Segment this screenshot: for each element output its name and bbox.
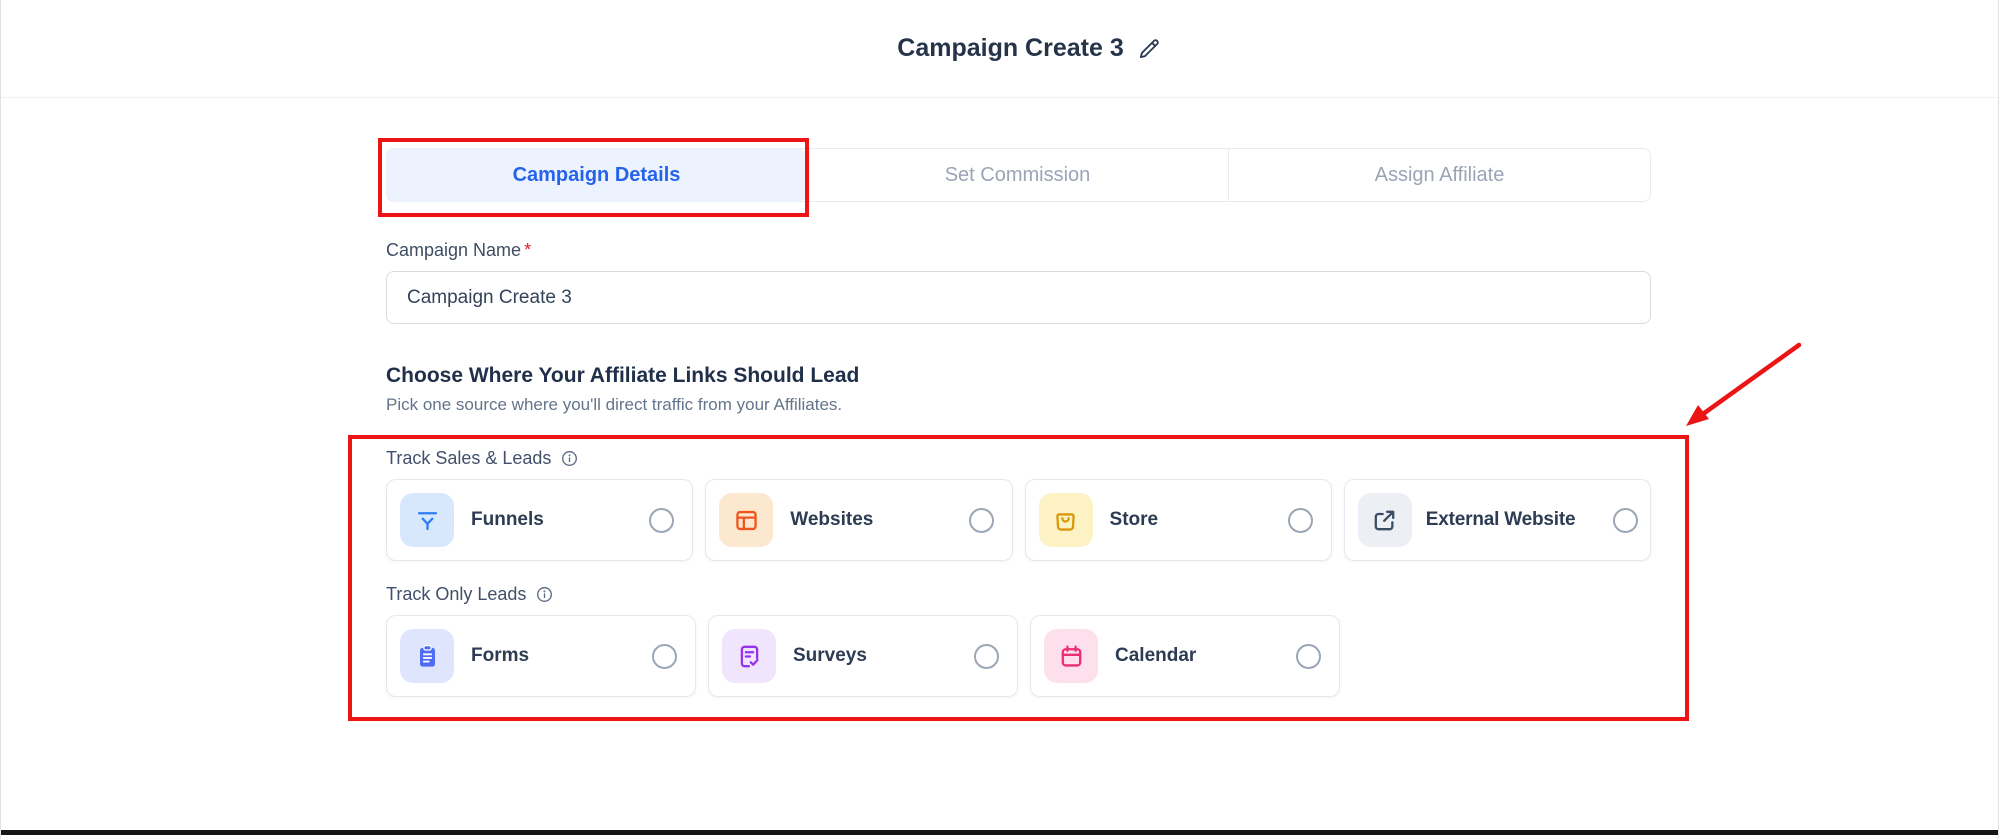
page-title-text: Campaign Create 3 bbox=[897, 34, 1123, 63]
group-label-track-sales-leads: Track Sales & Leads bbox=[386, 447, 1651, 469]
campaign-name-input[interactable] bbox=[386, 271, 1651, 324]
annotation-arrow bbox=[1661, 336, 1831, 441]
option-label: Funnels bbox=[471, 509, 544, 531]
required-asterisk: * bbox=[524, 240, 531, 260]
survey-doc-icon bbox=[722, 629, 776, 683]
tab-bar: Campaign Details Set Commission Assign A… bbox=[386, 148, 1651, 202]
option-label: Store bbox=[1110, 509, 1159, 531]
tracking-section: Track Sales & Leads Funnels bbox=[386, 447, 1651, 723]
option-label: Calendar bbox=[1115, 645, 1196, 667]
track-leads-options: Forms Surveys bbox=[386, 615, 1651, 697]
window-bottom-edge bbox=[1, 830, 1998, 835]
info-icon[interactable] bbox=[535, 585, 554, 604]
section-heading: Choose Where Your Affiliate Links Should… bbox=[386, 364, 1651, 388]
section-subheading: Pick one source where you'll direct traf… bbox=[386, 395, 1651, 415]
option-card-store[interactable]: Store bbox=[1025, 479, 1332, 561]
radio-external-website[interactable] bbox=[1613, 508, 1638, 533]
clipboard-icon bbox=[400, 629, 454, 683]
option-card-forms[interactable]: Forms bbox=[386, 615, 696, 697]
radio-store[interactable] bbox=[1288, 508, 1313, 533]
option-label: Forms bbox=[471, 645, 529, 667]
option-label: Websites bbox=[790, 509, 873, 531]
funnel-icon bbox=[400, 493, 454, 547]
tab-campaign-details[interactable]: Campaign Details bbox=[386, 148, 807, 202]
option-card-funnels[interactable]: Funnels bbox=[386, 479, 693, 561]
tab-assign-affiliate[interactable]: Assign Affiliate bbox=[1228, 149, 1650, 201]
track-sales-options: Funnels Websites bbox=[386, 479, 1651, 561]
info-icon[interactable] bbox=[560, 449, 579, 468]
tab-set-commission[interactable]: Set Commission bbox=[806, 149, 1228, 201]
campaign-name-label: Campaign Name* bbox=[386, 240, 1651, 261]
page-header: Campaign Create 3 bbox=[1, 0, 1998, 98]
calendar-icon bbox=[1044, 629, 1098, 683]
option-label: Surveys bbox=[793, 645, 867, 667]
option-card-calendar[interactable]: Calendar bbox=[1030, 615, 1340, 697]
radio-surveys[interactable] bbox=[974, 644, 999, 669]
option-label: External Website bbox=[1426, 509, 1576, 531]
radio-websites[interactable] bbox=[969, 508, 994, 533]
option-card-surveys[interactable]: Surveys bbox=[708, 615, 1018, 697]
external-link-icon bbox=[1358, 493, 1412, 547]
radio-forms[interactable] bbox=[652, 644, 677, 669]
page-title: Campaign Create 3 bbox=[897, 34, 1161, 63]
group-label-track-only-leads: Track Only Leads bbox=[386, 583, 1651, 605]
radio-calendar[interactable] bbox=[1296, 644, 1321, 669]
radio-funnels[interactable] bbox=[649, 508, 674, 533]
option-card-websites[interactable]: Websites bbox=[705, 479, 1012, 561]
option-card-external-website[interactable]: External Website bbox=[1344, 479, 1651, 561]
shopping-bag-icon bbox=[1039, 493, 1093, 547]
main-content: Campaign Details Set Commission Assign A… bbox=[386, 98, 1651, 723]
website-layout-icon bbox=[719, 493, 773, 547]
edit-pencil-icon[interactable] bbox=[1136, 36, 1162, 62]
